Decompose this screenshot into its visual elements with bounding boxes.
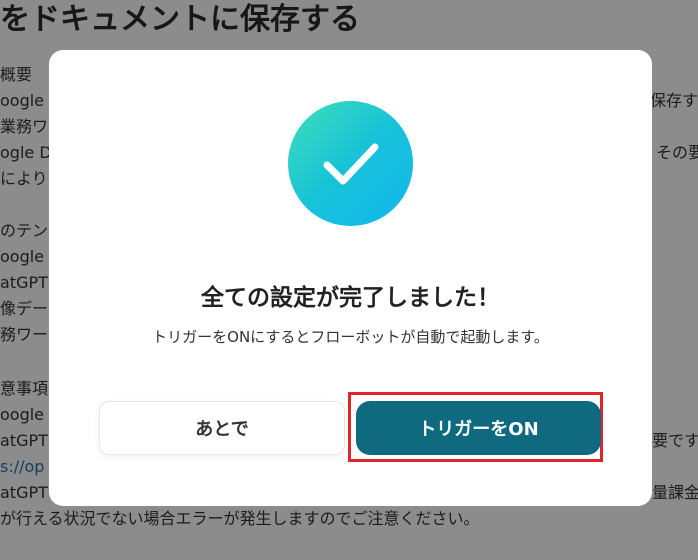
dialog-title: 全ての設定が完了しました！ xyxy=(201,285,500,311)
trigger-on-button[interactable]: トリガーをON xyxy=(356,401,601,455)
check-icon xyxy=(288,101,413,226)
dialog-description: トリガーをONにするとフローボットが自動で起動します。 xyxy=(152,328,549,346)
completion-dialog: 全ての設定が完了しました！ トリガーをONにするとフローボットが自動で起動します… xyxy=(49,50,652,506)
later-button[interactable]: あとで xyxy=(99,401,345,455)
